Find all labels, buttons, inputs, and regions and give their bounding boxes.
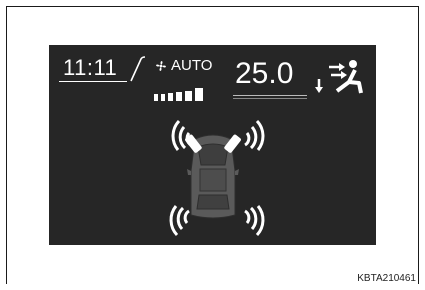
- fan-speed-bar: [195, 88, 203, 101]
- fan-speed-bar: [161, 94, 165, 101]
- clock-divider: [130, 56, 146, 82]
- fan-speed-bar: [176, 92, 182, 101]
- fan-speed-bar: [154, 94, 158, 101]
- multi-information-display: 11:11 AUTO 25.0: [49, 45, 376, 245]
- fan-icon: [156, 61, 166, 71]
- fan-speed-bar: [168, 93, 173, 101]
- clock-underline: [59, 81, 127, 82]
- fan-speed-indicator: [154, 88, 203, 101]
- temperature-underline: [233, 95, 307, 96]
- temperature-setting: 25.0: [235, 57, 294, 90]
- fan-speed-bar: [185, 91, 192, 101]
- clock: 11:11: [63, 55, 118, 80]
- vehicle-icon: [185, 134, 241, 219]
- temperature-underline-shadow: [233, 98, 307, 99]
- airflow-icon: [315, 60, 363, 94]
- figure-code: KBTA210461: [357, 273, 416, 284]
- fan-mode-label: AUTO: [171, 57, 213, 74]
